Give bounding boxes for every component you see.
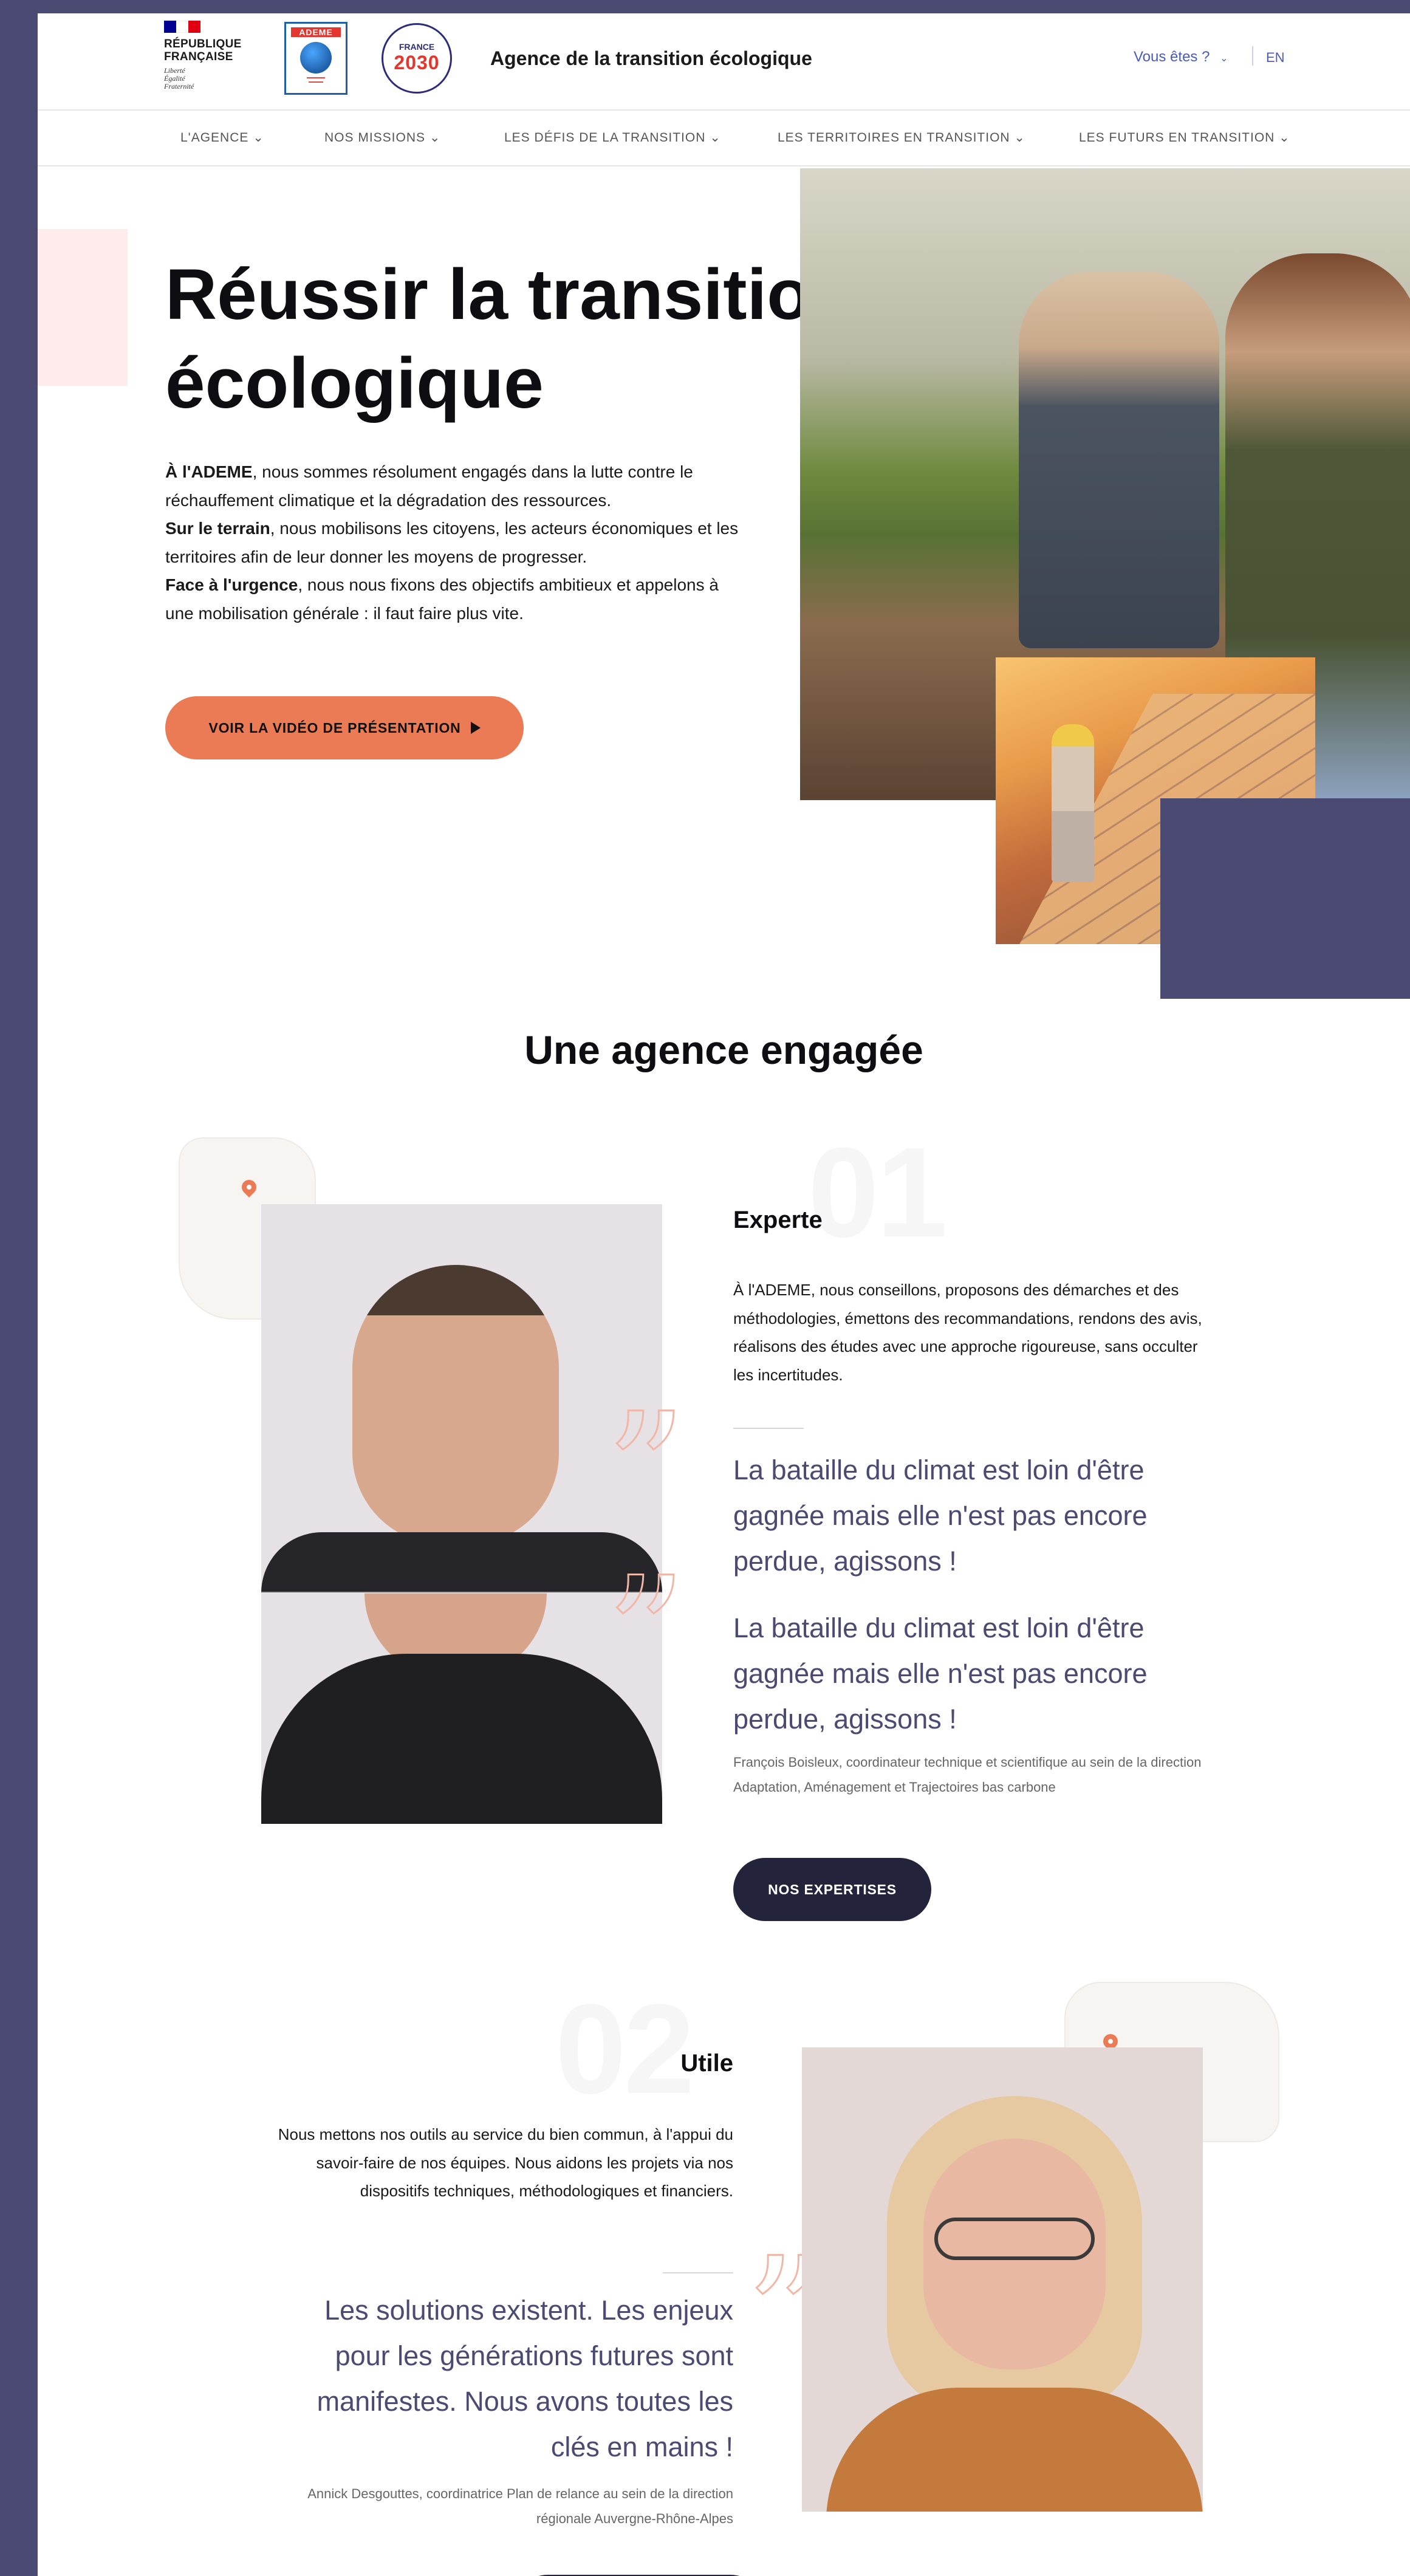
card2-title: Utile [680, 2050, 733, 2077]
card1-number: 01 [808, 1121, 948, 1264]
card1-quote-1: La bataille du climat est loin d'être ga… [733, 1454, 1148, 1577]
decorative-pink-block [38, 229, 128, 386]
republique-francaise-logo[interactable]: RÉPUBLIQUE FRANÇAISE Liberté Égalité Fra… [164, 21, 249, 106]
card1-divider [733, 1428, 804, 1429]
rf-title-line2: FRANÇAISE [164, 50, 233, 63]
quote-icon: ” [605, 1380, 688, 1563]
portrait-francois-boisleux [261, 1204, 662, 1824]
nav-item-territoires[interactable]: LES TERRITOIRES EN TRANSITION ⌄ [778, 130, 1025, 145]
france-2030-logo[interactable]: FRANCE 2030 [382, 23, 452, 94]
ademe-logo-subtext: ▬▬▬▬▬ ▬▬▬▬ [307, 76, 325, 84]
window-top-band [0, 0, 1410, 13]
chevron-down-icon: ⌄ [1279, 131, 1290, 145]
hero-title: Réussir la transition écologique [165, 255, 855, 423]
card2-description: Nous mettons nos outils au service du bi… [278, 2125, 733, 2200]
nav-item-missions[interactable]: NOS MISSIONS ⌄ [324, 130, 440, 145]
main-nav: L'AGENCE ⌄ NOS MISSIONS ⌄ LES DÉFIS DE L… [38, 112, 1410, 166]
card2-author: Annick Desgouttes, coordinatrice Plan de… [307, 2486, 733, 2526]
vous-etes-dropdown[interactable]: Vous êtes ? ⌄ [1134, 49, 1228, 66]
page: RÉPUBLIQUE FRANÇAISE Liberté Égalité Fra… [38, 13, 1410, 2576]
card2-divider [663, 2272, 733, 2273]
france2030-top: FRANCE [399, 42, 435, 52]
france2030-year: 2030 [394, 52, 440, 74]
portrait-annick-desgouttes [802, 2047, 1203, 2512]
card1-description: À l'ADEME, nous conseillons, proposons d… [733, 1281, 1202, 1384]
chevron-down-icon: ⌄ [710, 131, 721, 145]
chevron-down-icon: ⌄ [1014, 131, 1026, 145]
french-flag-icon [164, 21, 200, 33]
header-divider [1252, 46, 1253, 66]
card1-title: Experte [733, 1207, 823, 1233]
nav-item-defis[interactable]: LES DÉFIS DE LA TRANSITION ⌄ [504, 130, 721, 145]
agency-title[interactable]: Agence de la transition écologique [490, 47, 812, 70]
language-switch[interactable]: EN [1266, 50, 1285, 66]
rf-motto: Liberté Égalité Fraternité [164, 66, 194, 91]
quote-icon: ” [605, 1544, 688, 1727]
video-presentation-button[interactable]: VOIR LA VIDÉO DE PRÉSENTATION [165, 696, 524, 759]
chevron-down-icon: ⌄ [429, 131, 441, 145]
play-icon [470, 722, 481, 734]
chevron-down-icon: ⌄ [1220, 53, 1228, 64]
map-pin-icon [239, 1177, 259, 1197]
rf-title-line1: RÉPUBLIQUE [164, 38, 242, 50]
nav-item-agence[interactable]: L'AGENCE ⌄ [180, 130, 264, 145]
card1-author: François Boisleux, coordinateur techniqu… [733, 1755, 1202, 1795]
card2-number: 02 [555, 1978, 695, 2120]
nav-item-futurs[interactable]: LES FUTURS EN TRANSITION ⌄ [1079, 130, 1290, 145]
ademe-logo[interactable]: ADEME ▬▬▬▬▬ ▬▬▬▬ [284, 22, 347, 95]
card1-quote-2: La bataille du climat est loin d'être ga… [733, 1612, 1148, 1735]
nos-expertises-button[interactable]: NOS EXPERTISES [733, 1858, 931, 1921]
ademe-logo-text: ADEME [291, 27, 341, 37]
hero-description: À l'ADEME, nous sommes résolument engagé… [165, 462, 739, 623]
decorative-purple-block [1160, 798, 1410, 999]
chevron-down-icon: ⌄ [253, 131, 264, 145]
site-header: RÉPUBLIQUE FRANÇAISE Liberté Égalité Fra… [38, 13, 1410, 111]
globe-icon [300, 42, 332, 74]
card2-quote: Les solutions existent. Les enjeux pour … [317, 2295, 733, 2462]
vous-etes-label: Vous êtes ? [1134, 49, 1210, 65]
cta-label: VOIR LA VIDÉO DE PRÉSENTATION [208, 719, 461, 736]
section-title-agence-engagee: Une agence engagée [524, 1027, 923, 1072]
